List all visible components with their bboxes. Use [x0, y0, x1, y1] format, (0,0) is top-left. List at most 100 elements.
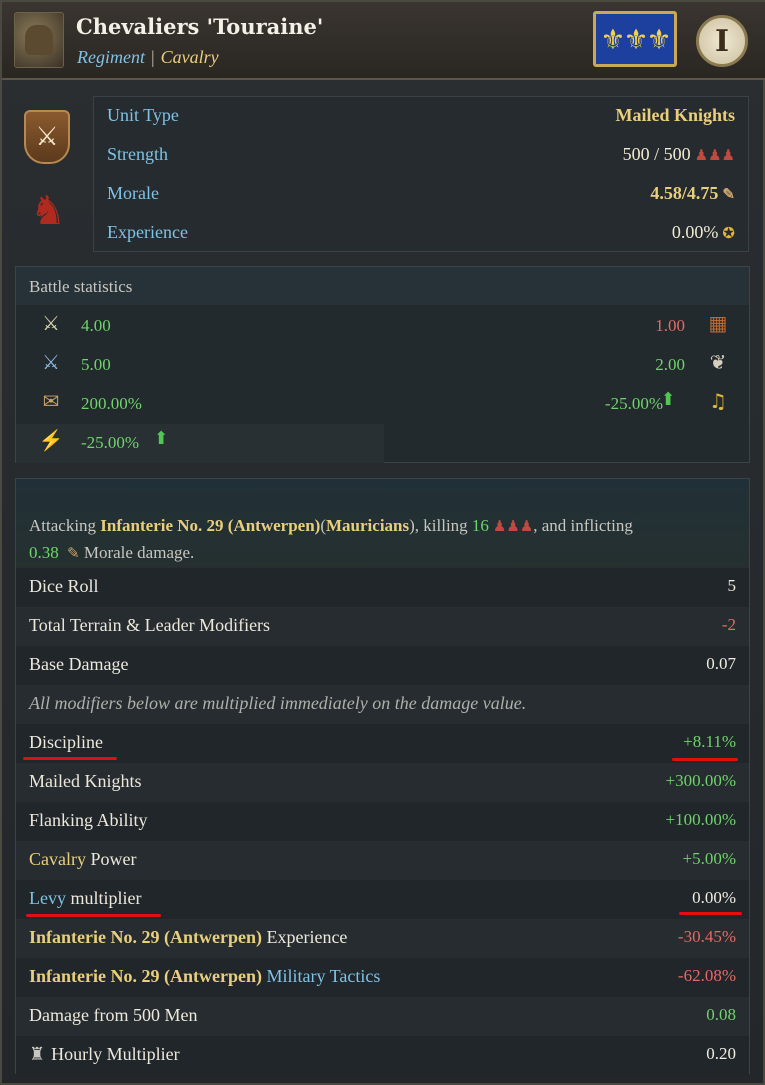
flank-icon[interactable]: ⚔ [36, 350, 66, 374]
morale-damage-value: 0.38 [29, 543, 59, 562]
flanking-ability-row: Flanking Ability +100.00% [16, 802, 749, 841]
cavalry-power-row: Cavalry Power +5.00% [16, 841, 749, 880]
discipline-value: +8.11% [683, 732, 736, 751]
unit-type-value: Mailed Knights [615, 105, 735, 125]
crossed-swords-shield-icon: ⚔ [24, 110, 70, 164]
morale-label: Morale [107, 183, 159, 203]
terrain-modifiers-label: Total Terrain & Leader Modifiers [29, 615, 271, 635]
wing-boot-icon[interactable]: ❦ [703, 350, 733, 374]
desc-text: Morale damage. [83, 543, 195, 562]
experience-text: Experience [261, 927, 348, 947]
discipline-row: Discipline +8.11% [16, 724, 749, 763]
enemy-unit-link[interactable]: Infanterie No. 29 (Antwerpen) [29, 927, 262, 947]
unit-title: Chevaliers 'Touraine' [76, 14, 324, 39]
cavalry-label: Cavalry [160, 47, 219, 67]
faction-link[interactable]: Mauricians [326, 516, 409, 535]
defense-value: 1.00 [655, 316, 685, 335]
knight-rider-icon: ♞ [30, 188, 66, 234]
experience-value-wrap: 0.00% ✪ [672, 222, 735, 243]
terrain-modifiers-value: -2 [721, 615, 736, 634]
enemy-tactics-value: -62.08% [677, 966, 736, 985]
base-damage-row: Base Damage 0.07 [16, 646, 749, 685]
battle-row-3: ✉ 200.00% -25.00% ⬆ ♫ [16, 385, 751, 423]
levy-multiplier-value: 0.00% [692, 888, 736, 907]
morale-boost-value: 200.00% [81, 394, 142, 413]
subtitle-separator: | [150, 47, 155, 67]
bricks-icon[interactable]: ▦ [703, 311, 733, 335]
experience-row: Experience 0.00% ✪ [94, 214, 748, 253]
soldier-portrait-icon[interactable] [14, 12, 64, 68]
strength-label: Strength [107, 144, 168, 164]
damage-from-men-value: 0.08 [706, 1005, 736, 1024]
dice-roll-row: Dice Roll 5 [16, 568, 749, 607]
hourly-multiplier-label-wrap: ♜ Hourly Multiplier [29, 1044, 180, 1065]
mailed-knights-label[interactable]: Mailed Knights [29, 771, 142, 792]
desc-text: ), killing [409, 516, 472, 535]
regiment-label: Regiment [77, 47, 145, 67]
hourly-multiplier-row: ♜ Hourly Multiplier 0.20 [16, 1036, 749, 1075]
cavalry-power-label: Cavalry Power [29, 849, 136, 870]
flanking-ability-label: Flanking Ability [29, 810, 148, 830]
battle-statistics: Battle statistics ⚔ 4.00 1.00 ▦ ⚔ 5.00 2… [15, 266, 750, 463]
discipline-underline [23, 757, 117, 760]
unit-panel: Chevaliers 'Touraine' Regiment | Cavalry ⚜… [0, 0, 765, 1085]
levy-underline [26, 914, 161, 917]
combat-description: Attacking Infanterie No. 29 (Antwerpen)(… [29, 513, 739, 567]
morale-row: Morale 4.58/4.75 ✎ [94, 175, 748, 214]
info-button[interactable]: I [696, 15, 748, 67]
fleur-de-lis-flag-icon[interactable]: ⚜⚜⚜ [593, 11, 677, 67]
mailed-knights-value: +300.00% [665, 771, 737, 790]
levy-multiplier-label: Levy multiplier [29, 888, 141, 909]
clock-soldier-icon: ♜ [29, 1044, 46, 1064]
cavalry-power-value: +5.00% [682, 849, 737, 868]
modifiers-note-row: All modifiers below are multiplied immed… [16, 685, 749, 724]
levy-link[interactable]: Levy [29, 888, 66, 908]
cavalry-link[interactable]: Cavalry [29, 849, 86, 869]
experience-medal-icon: ✪ [722, 226, 735, 242]
discipline-value-underline [672, 758, 738, 761]
levy-value-underline [679, 912, 742, 915]
enemy-unit-link[interactable]: Infanterie No. 29 (Antwerpen) [29, 966, 262, 986]
morale-scroll-icon: ✎ [67, 546, 80, 562]
mailed-knights-row: Mailed Knights +300.00% [16, 763, 749, 802]
morale-value-wrap: 4.58/4.75 ✎ [650, 183, 735, 204]
target-unit-link[interactable]: Infanterie No. 29 (Antwerpen) [100, 516, 320, 535]
desc-text: Attacking [29, 516, 101, 535]
military-tactics-link[interactable]: Military Tactics [266, 966, 380, 986]
arrow-up-icon: ⬆ [153, 428, 169, 449]
combat-breakdown: Attacking Infanterie No. 29 (Antwerpen)(… [15, 478, 750, 1075]
morale-boost-icon[interactable]: ✉ [36, 389, 66, 413]
desc-text: , and inflicting [533, 516, 633, 535]
speed-value: 2.00 [655, 355, 685, 374]
soldiers-icon: ♟♟♟ [492, 519, 534, 535]
enemy-tactics-row: Infanterie No. 29 (Antwerpen) Military T… [16, 958, 749, 997]
base-damage-value: 0.07 [706, 654, 736, 673]
strength-row: Strength 500 / 500 ♟♟♟ [94, 136, 748, 175]
enemy-tactics-label: Infanterie No. 29 (Antwerpen) Military T… [29, 966, 380, 987]
experience-value: 0.00% [671, 222, 719, 242]
morale-value: 4.58/4.75 [650, 183, 719, 203]
power-text: Power [85, 849, 137, 869]
base-damage-label: Base Damage [29, 654, 129, 674]
enemy-experience-row: Infanterie No. 29 (Antwerpen) Experience… [16, 919, 749, 958]
dice-roll-value: 5 [727, 576, 737, 595]
morale-scroll-icon: ✎ [722, 187, 735, 203]
battle-row-4: ⚡ -25.00% ⬆ [16, 424, 384, 462]
hourly-multiplier-value: 0.20 [706, 1044, 736, 1063]
killed-count: 16 [471, 516, 489, 535]
dice-roll-label: Dice Roll [29, 576, 99, 596]
attack-icon[interactable]: ⚔ [36, 311, 66, 335]
damage-from-men-label: Damage from 500 Men [29, 1005, 198, 1025]
experience-label: Experience [107, 222, 188, 242]
attack-value: 4.00 [81, 316, 111, 335]
hourly-multiplier-label: Hourly Multiplier [51, 1044, 180, 1064]
panel-header: Chevaliers 'Touraine' Regiment | Cavalry ⚜… [2, 2, 765, 80]
unit-type-label: Unit Type [107, 105, 179, 125]
discipline-label[interactable]: Discipline [29, 732, 103, 753]
trumpet-icon[interactable]: ♫ [703, 389, 733, 413]
enemy-experience-value: -30.45% [677, 927, 736, 946]
lightning-icon[interactable]: ⚡ [36, 428, 66, 452]
terrain-modifiers-row: Total Terrain & Leader Modifiers -2 [16, 607, 749, 646]
battle-statistics-title: Battle statistics [29, 277, 133, 296]
soldiers-icon: ♟♟♟ [694, 148, 735, 164]
